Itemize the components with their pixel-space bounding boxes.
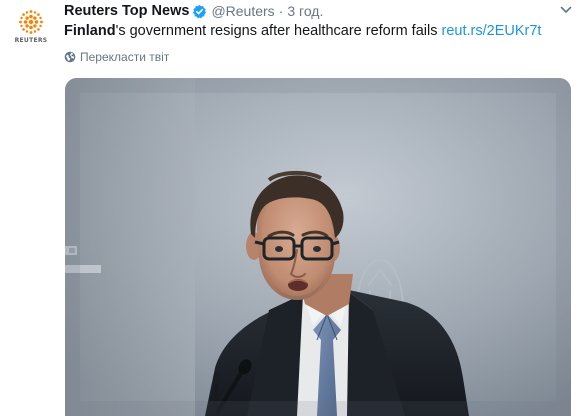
press-conference-photo [65,78,571,416]
tweet[interactable]: REUTERS Reuters Top News @Reuters · 3 го… [0,0,581,416]
tweet-text-highlight: Finland [64,23,116,39]
tweet-header: Reuters Top News @Reuters · 3 год. [64,1,323,21]
author-handle[interactable]: @Reuters [211,3,274,19]
translate-tweet-button[interactable]: Перекласти твіт [64,50,169,64]
tweet-text-body: 's government resigns after healthcare r… [115,23,438,39]
translate-label: Перекласти твіт [80,50,170,64]
reuters-avatar[interactable]: REUTERS [11,8,51,48]
tweet-link[interactable]: reut.rs/2EUKr7t [442,23,542,39]
tweet-timestamp[interactable]: 3 год. [287,3,323,19]
reuters-logo-word: REUTERS [14,37,48,44]
tweet-photo[interactable] [65,78,571,416]
chevron-down-icon[interactable] [560,5,572,15]
globe-icon [64,51,76,63]
header-separator: · [278,3,284,19]
verified-badge-icon [192,4,207,19]
author-name[interactable]: Reuters Top News [64,3,189,19]
tweet-text: Finland's government resigns after healt… [64,21,541,41]
reuters-logo-icon [19,10,43,34]
